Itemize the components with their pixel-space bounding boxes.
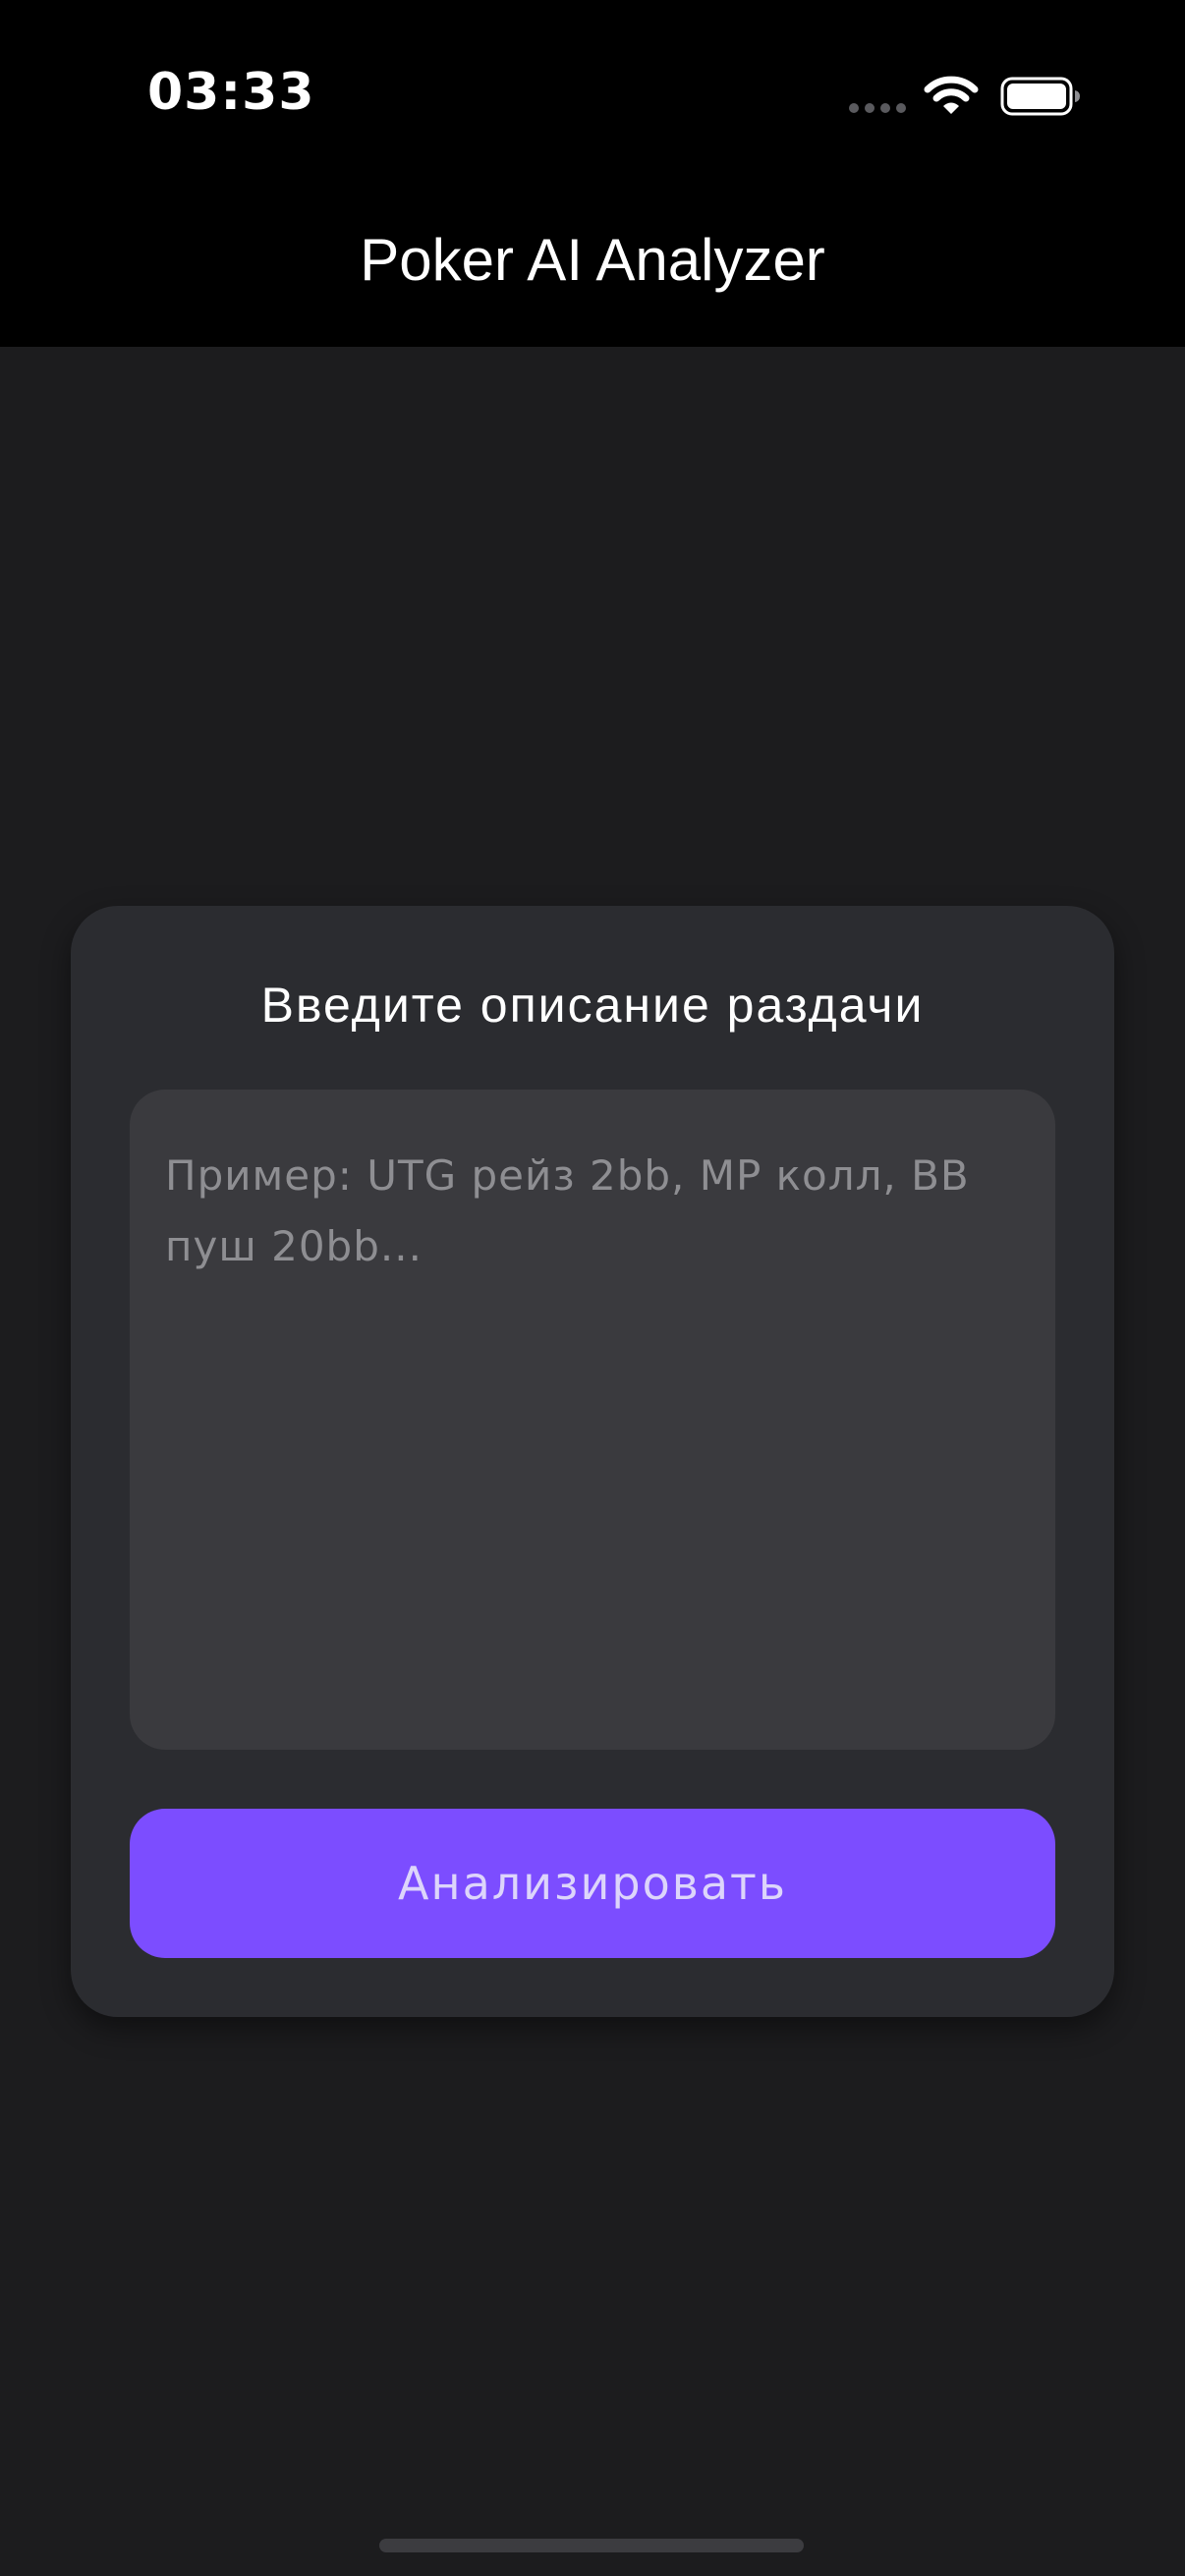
wifi-icon xyxy=(924,76,979,114)
signal-dots-icon xyxy=(849,103,906,113)
app-header: 03:33 Poker AI Analyzer xyxy=(0,0,1185,347)
page-title: Poker AI Analyzer xyxy=(360,227,825,293)
hand-description-input[interactable] xyxy=(130,1090,1055,1750)
battery-icon xyxy=(1000,77,1080,116)
status-time: 03:33 xyxy=(147,63,315,122)
home-indicator[interactable] xyxy=(379,2539,804,2552)
card-heading: Введите описание раздачи xyxy=(260,978,925,1033)
analyze-button[interactable]: Анализировать xyxy=(130,1809,1055,1958)
hand-input-card: Введите описание раздачи Анализировать xyxy=(71,906,1114,2017)
